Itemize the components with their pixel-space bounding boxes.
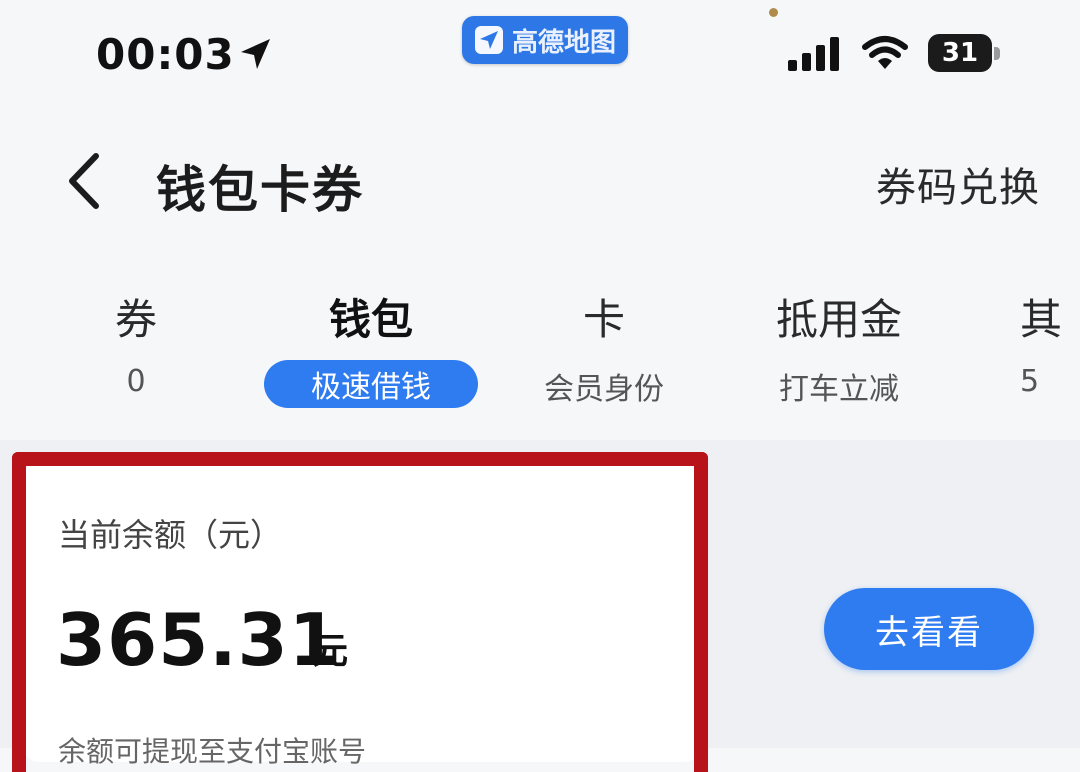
go-see-button[interactable]: 去看看 [824, 588, 1034, 670]
tab-card[interactable]: 卡 会员身份 [534, 286, 674, 408]
back-chevron-icon[interactable] [62, 150, 106, 212]
tab-other[interactable]: 其 5 [1020, 286, 1080, 399]
tab-coupons[interactable]: 券 0 [106, 286, 166, 399]
signal-icon [788, 37, 839, 71]
tab-deduction-credit[interactable]: 抵用金 打车立减 [764, 286, 914, 408]
tab-subtitle: 会员身份 [544, 372, 664, 407]
tab-wallet[interactable]: 钱包 极速借钱 [264, 286, 478, 408]
tab-title: 券 [114, 295, 157, 344]
balance-unit: 元 [312, 631, 349, 672]
tab-subtitle: 0 [126, 364, 146, 399]
tab-title: 卡 [582, 295, 625, 344]
location-arrow-icon [241, 39, 270, 69]
balance-note: 余额可提现至支付宝账号 [58, 735, 367, 768]
tab-title: 钱包 [328, 295, 413, 344]
tab-title: 其 [1020, 295, 1063, 344]
battery-icon: 31 [928, 34, 1006, 74]
tab-subtitle: 5 [1020, 364, 1040, 399]
maps-app-pill[interactable]: 高德地图 [462, 16, 628, 64]
battery-level: 31 [928, 34, 992, 72]
wifi-icon [862, 36, 908, 69]
redeem-code-link[interactable]: 券码兑换 [876, 155, 1040, 213]
tab-subtitle-badge: 极速借钱 [264, 360, 478, 408]
balance-label: 当前余额（元） [58, 516, 283, 554]
tab-subtitle: 打车立减 [779, 372, 899, 407]
tab-title: 抵用金 [775, 295, 902, 344]
navigation-icon [475, 26, 503, 54]
page-title: 钱包卡券 [156, 161, 364, 219]
camera-dot [769, 8, 778, 17]
status-time: 00:03 [96, 30, 235, 79]
battery-cap [994, 47, 1000, 60]
maps-app-label: 高德地图 [512, 27, 617, 58]
balance-amount: 365.31 [56, 598, 340, 682]
